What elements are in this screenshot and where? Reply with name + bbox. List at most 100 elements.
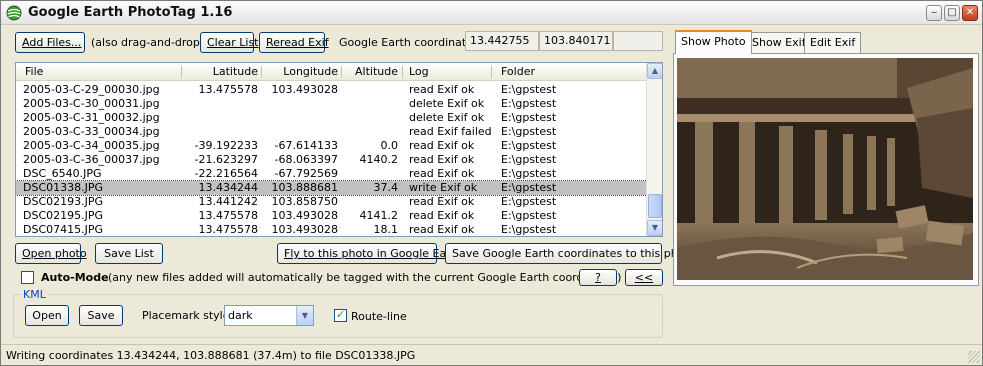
cell-log: delete Exif ok: [409, 97, 485, 110]
scroll-thumb[interactable]: [648, 194, 662, 218]
placemark-style-select[interactable]: dark ▼: [224, 305, 314, 326]
cell-lon: 103.858750: [271, 195, 338, 208]
file-list[interactable]: File Latitude Longitude Altitude Log Fol…: [15, 62, 663, 237]
scroll-up-icon[interactable]: ▲: [647, 63, 662, 79]
open-photo-button[interactable]: Open photo: [15, 243, 87, 264]
table-row[interactable]: DSC01338.JPG 13.434244 103.888681 37.4 write…: [16, 180, 648, 196]
column-longitude[interactable]: Longitude: [266, 65, 338, 78]
ge-longitude-field: 103.840171: [539, 31, 613, 51]
placemark-style-value: dark: [228, 309, 253, 322]
cell-lat: 13.475578: [198, 209, 259, 222]
photo-preview: [677, 58, 973, 280]
chevron-down-icon[interactable]: ▼: [296, 306, 313, 325]
cell-alt: 4141.2: [359, 209, 399, 222]
kml-open-button[interactable]: Open: [25, 305, 69, 326]
table-row[interactable]: 2005-03-C-30_00031.jpg delete Exif ok E:\g…: [16, 97, 647, 111]
auto-mode-hint: (any new files added will automatically …: [108, 271, 622, 284]
placemark-style-label: Placemark style:: [142, 309, 234, 322]
help-button[interactable]: ?: [579, 269, 617, 286]
auto-mode-checkbox[interactable]: [21, 271, 34, 284]
cell-file: DSC02193.JPG: [23, 195, 104, 208]
cell-folder: E:\gpstest: [501, 195, 557, 208]
cell-alt: 0.0: [380, 139, 399, 152]
table-row[interactable]: DSC07415.JPG 13.475578 103.493028 18.1 read …: [16, 223, 647, 236]
cell-lat: 13.475578: [198, 223, 259, 236]
column-divider[interactable]: [181, 66, 182, 78]
table-row[interactable]: 2005-03-C-34_00035.jpg -39.192233 -67.6141…: [16, 139, 647, 153]
cell-file: 2005-03-C-29_00030.jpg: [23, 83, 160, 96]
cell-file: DSC01338.JPG: [23, 181, 104, 194]
cell-lat: 13.475578: [198, 83, 259, 96]
cell-alt: 18.1: [373, 223, 399, 236]
cell-folder: E:\gpstest: [501, 181, 557, 194]
cell-log: read Exif ok: [409, 167, 475, 180]
cell-lat: 13.441242: [198, 195, 259, 208]
table-row[interactable]: 2005-03-C-33_00034.jpg read Exif failed E:…: [16, 125, 647, 139]
table-row[interactable]: DSC02193.JPG 13.441242 103.858750 read Exif…: [16, 195, 647, 209]
minimize-button[interactable]: ‒: [926, 5, 942, 21]
table-row[interactable]: 2005-03-C-29_00030.jpg 13.475578 103.49302…: [16, 83, 647, 97]
cell-log: write Exif ok: [409, 181, 478, 194]
cell-folder: E:\gpstest: [501, 153, 557, 166]
save-coordinates-button[interactable]: Save Google Earth coordinates to this ph…: [445, 243, 696, 264]
cell-lat: -39.192233: [194, 139, 258, 152]
cell-log: read Exif ok: [409, 209, 475, 222]
cell-log: read Exif ok: [409, 83, 475, 96]
cell-file: DSC_6540.JPG: [23, 167, 102, 180]
window-title: Google Earth PhotoTag 1.16: [28, 5, 233, 20]
auto-mode-label: Auto-Mode: [41, 271, 109, 284]
column-folder[interactable]: Folder: [501, 65, 535, 78]
route-line-checkbox[interactable]: [334, 308, 347, 322]
maximize-button[interactable]: □: [944, 5, 960, 21]
column-divider[interactable]: [402, 66, 403, 78]
collapse-panel-button[interactable]: <<: [625, 269, 663, 286]
close-button[interactable]: ✕: [962, 5, 978, 21]
kml-save-button[interactable]: Save: [79, 305, 123, 326]
table-row[interactable]: 2005-03-C-31_00032.jpg delete Exif ok E:\g…: [16, 111, 647, 125]
tab-show-photo[interactable]: Show Photo: [675, 30, 752, 54]
cell-folder: E:\gpstest: [501, 223, 557, 236]
tab-show-exif[interactable]: Show Exif: [746, 32, 812, 53]
cell-file: 2005-03-C-33_00034.jpg: [23, 125, 160, 138]
maximize-icon: □: [947, 7, 957, 18]
list-header: File Latitude Longitude Altitude Log Fol…: [16, 63, 647, 81]
cell-file: DSC07415.JPG: [23, 223, 104, 236]
column-log[interactable]: Log: [409, 65, 429, 78]
cell-lat: -22.216564: [194, 167, 258, 180]
reread-exif-button[interactable]: Reread Exif: [259, 32, 329, 53]
minimize-icon: ‒: [930, 7, 938, 18]
table-row[interactable]: 2005-03-C-36_00037.jpg -21.623297 -68.0633…: [16, 153, 647, 167]
add-files-button[interactable]: Add Files...: [15, 32, 85, 53]
tab-edit-exif[interactable]: Edit Exif: [804, 32, 862, 53]
cell-file: DSC02195.JPG: [23, 209, 104, 222]
status-text: Writing coordinates 13.434244, 103.88868…: [6, 349, 416, 362]
title-bar[interactable]: Google Earth PhotoTag 1.16 ‒ □ ✕: [1, 1, 982, 25]
cell-folder: E:\gpstest: [501, 111, 557, 124]
cell-file: 2005-03-C-31_00032.jpg: [23, 111, 160, 124]
ge-latitude-field: 13.442755: [465, 31, 539, 51]
column-altitude[interactable]: Altitude: [346, 65, 398, 78]
app-globe-icon: [6, 5, 22, 21]
column-divider[interactable]: [491, 66, 492, 78]
clear-list-button[interactable]: Clear List: [200, 32, 259, 53]
column-file[interactable]: File: [25, 65, 43, 78]
fly-to-photo-button[interactable]: Fly to this photo in Google Earth: [277, 243, 462, 264]
column-divider[interactable]: [341, 66, 342, 78]
vertical-scrollbar[interactable]: ▲ ▼: [646, 63, 662, 236]
column-latitude[interactable]: Latitude: [186, 65, 258, 78]
status-bar: Writing coordinates 13.434244, 103.88868…: [1, 344, 982, 365]
table-row[interactable]: DSC_6540.JPG -22.216564 -67.792569 read Exi…: [16, 167, 647, 181]
cell-log: read Exif ok: [409, 223, 475, 236]
table-row[interactable]: DSC02195.JPG 13.475578 103.493028 4141.2 rea…: [16, 209, 647, 223]
cell-folder: E:\gpstest: [501, 97, 557, 110]
cell-log: read Exif ok: [409, 139, 475, 152]
cell-folder: E:\gpstest: [501, 125, 557, 138]
cell-lon: 103.493028: [271, 209, 338, 222]
ge-altitude-field: [613, 31, 663, 51]
cell-file: 2005-03-C-34_00035.jpg: [23, 139, 160, 152]
scroll-down-icon[interactable]: ▼: [647, 220, 662, 236]
column-divider[interactable]: [261, 66, 262, 78]
route-line-label: Route-line: [351, 310, 407, 323]
save-list-button[interactable]: Save List: [95, 243, 163, 264]
resize-grip-icon[interactable]: [968, 351, 980, 363]
